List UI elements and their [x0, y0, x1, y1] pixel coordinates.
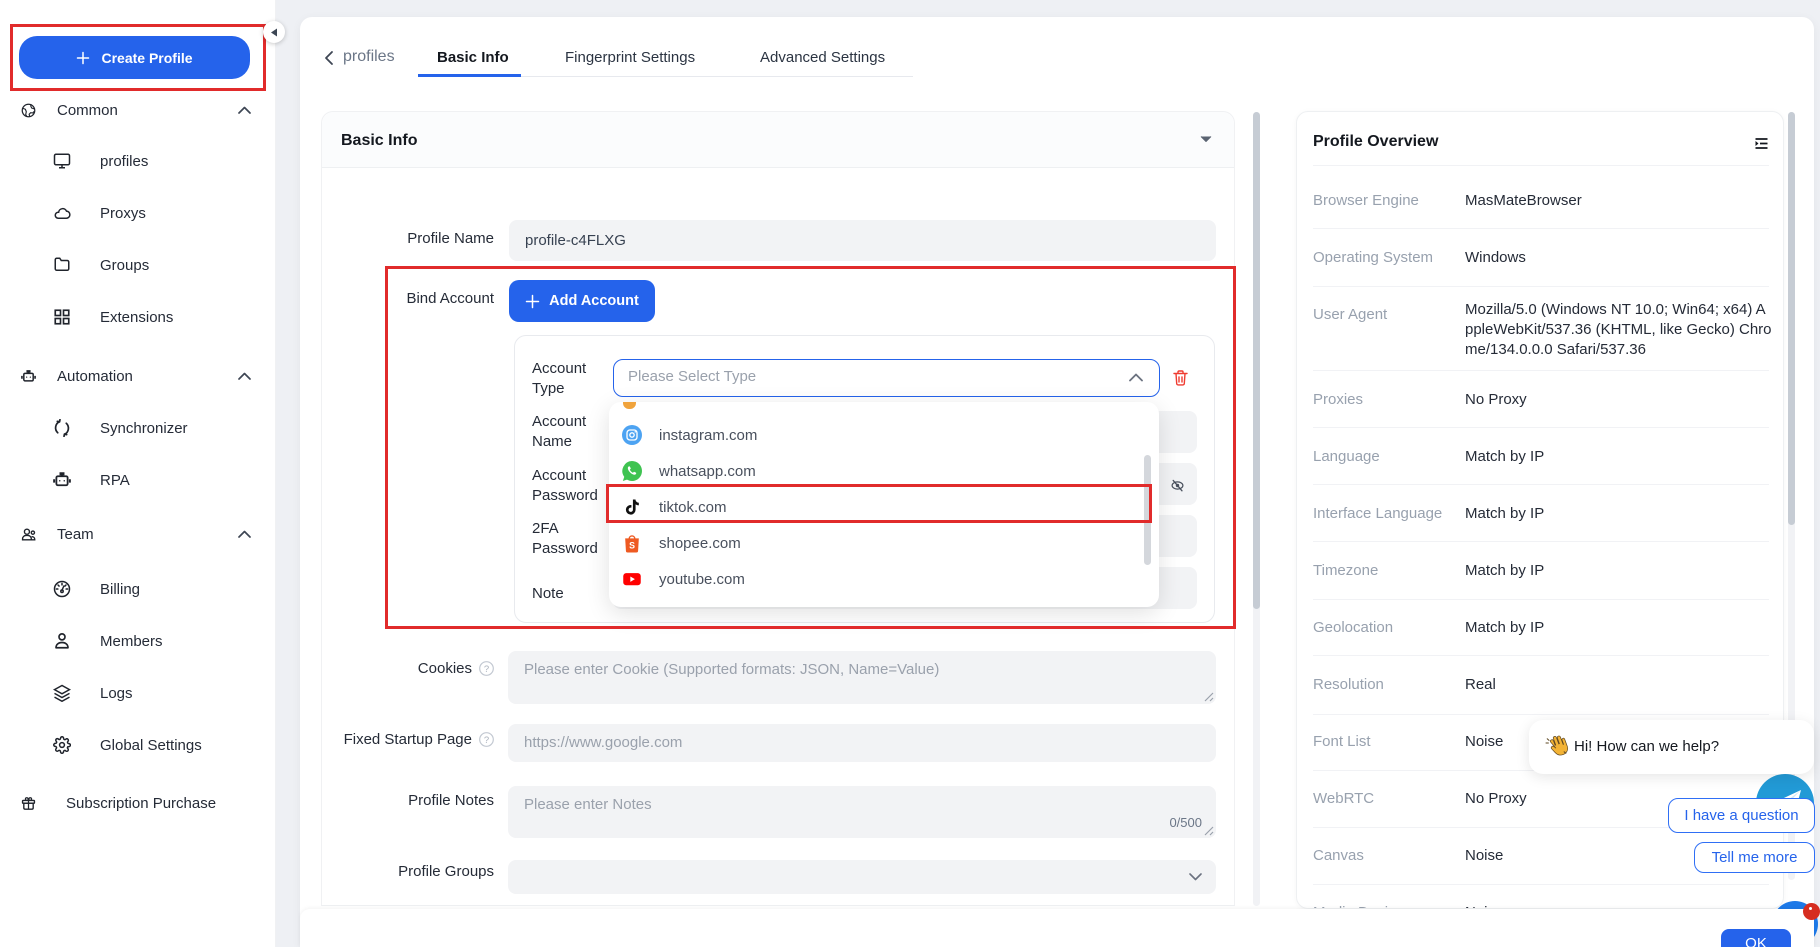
svg-text:?: ? [484, 735, 489, 746]
svg-text:?: ? [484, 664, 489, 675]
